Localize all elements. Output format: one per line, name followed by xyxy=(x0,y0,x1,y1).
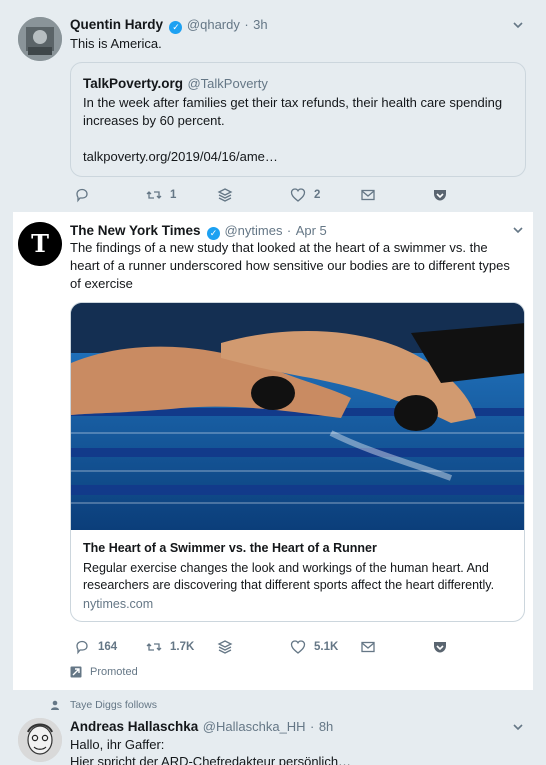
quoted-tweet[interactable]: TalkPoverty.org @TalkPoverty In the week… xyxy=(70,62,526,177)
tweet-quentin-hardy[interactable]: Quentin Hardy ✓ @qhardy · 3h This is Ame… xyxy=(0,0,546,210)
retweet-count: 1 xyxy=(170,189,177,201)
retweet-button[interactable]: 1.7K xyxy=(146,639,194,655)
author-handle[interactable]: @qhardy xyxy=(187,17,240,32)
avatar[interactable] xyxy=(18,17,62,61)
separator-dot: · xyxy=(286,223,292,238)
quote-text: In the week after families get their tax… xyxy=(83,95,503,128)
mail-icon xyxy=(361,189,375,201)
chevron-down-icon[interactable] xyxy=(511,18,525,32)
chevron-down-icon[interactable] xyxy=(511,223,525,237)
quote-author-name: TalkPoverty.org xyxy=(83,76,184,91)
pocket-icon xyxy=(434,190,446,201)
quote-link[interactable]: talkpoverty.org/2019/04/16/ame… xyxy=(83,148,278,166)
reply-button[interactable] xyxy=(74,187,90,203)
author-handle[interactable]: @Hallaschka_HH xyxy=(203,719,306,734)
pocket-button[interactable] xyxy=(432,639,448,655)
link-card[interactable]: The Heart of a Swimmer vs. the Heart of … xyxy=(70,302,525,622)
heart-icon xyxy=(290,640,306,654)
reply-button[interactable]: 164 xyxy=(74,639,117,655)
avatar[interactable] xyxy=(18,718,62,762)
author-name[interactable]: Quentin Hardy xyxy=(70,17,163,32)
nyt-logo-icon: T xyxy=(18,222,62,266)
message-button[interactable] xyxy=(360,639,376,655)
promoted-text: Promoted xyxy=(90,666,138,678)
reply-icon xyxy=(76,640,88,655)
pocket-icon xyxy=(434,642,446,653)
verified-icon: ✓ xyxy=(169,21,183,34)
quote-author-handle: @TalkPoverty xyxy=(187,76,268,91)
layers-icon xyxy=(217,640,233,654)
person-icon xyxy=(51,700,59,710)
retweet-icon xyxy=(146,643,162,651)
social-context: Taye Diggs follows xyxy=(50,699,157,711)
separator-dot: · xyxy=(310,719,315,734)
tweet-text-line-1: Hallo, ihr Gaffer: xyxy=(70,737,165,752)
tweet-text: The findings of a new study that looked … xyxy=(70,240,510,291)
like-button[interactable]: 5.1K xyxy=(290,639,338,655)
card-image xyxy=(71,303,524,530)
message-button[interactable] xyxy=(360,187,376,203)
retweet-icon xyxy=(146,191,162,199)
layers-icon xyxy=(217,188,233,202)
reply-icon xyxy=(76,188,88,203)
reply-count: 164 xyxy=(98,641,118,653)
svg-text:T: T xyxy=(31,229,49,258)
tweet-text-line-2: Hier spricht der ARD-Chefredakteur persö… xyxy=(70,754,352,765)
stack-button[interactable] xyxy=(217,639,233,655)
author-name[interactable]: Andreas Hallaschka xyxy=(70,719,198,734)
author-handle[interactable]: @nytimes xyxy=(224,223,282,238)
avatar[interactable]: T xyxy=(18,222,62,266)
pocket-button[interactable] xyxy=(432,187,448,203)
stack-button[interactable] xyxy=(217,187,233,203)
like-count: 2 xyxy=(314,189,321,201)
tweet-time[interactable]: 3h xyxy=(253,17,267,32)
tweet-andreas-hallaschka[interactable]: Taye Diggs follows Andreas Hallaschka @H… xyxy=(0,692,546,765)
tweet-nytimes[interactable]: T The New York Times ✓ @nytimes · Apr 5 … xyxy=(13,212,533,690)
retweet-count: 1.7K xyxy=(170,641,195,653)
mail-icon xyxy=(361,641,375,653)
tweet-time[interactable]: 8h xyxy=(319,719,333,734)
tweet-actions: 1 2 xyxy=(70,187,470,207)
retweet-button[interactable]: 1 xyxy=(146,187,176,203)
promoted-icon xyxy=(70,666,82,678)
card-description: Regular exercise changes the look and wo… xyxy=(83,561,495,592)
author-name[interactable]: The New York Times xyxy=(70,223,201,238)
card-title: The Heart of a Swimmer vs. the Heart of … xyxy=(83,541,377,555)
social-context-text: Taye Diggs follows xyxy=(70,699,157,711)
chevron-down-icon[interactable] xyxy=(511,720,525,734)
tweet-text: This is America. xyxy=(70,36,162,51)
promoted-label[interactable]: Promoted xyxy=(70,666,138,678)
tweet-actions: 164 1.7K 5.1K xyxy=(70,639,490,659)
card-domain: nytimes.com xyxy=(83,597,154,611)
separator-dot: · xyxy=(244,17,249,32)
heart-icon xyxy=(290,188,306,202)
like-button[interactable]: 2 xyxy=(290,187,320,203)
like-count: 5.1K xyxy=(314,641,339,653)
tweet-time[interactable]: Apr 5 xyxy=(296,223,327,238)
